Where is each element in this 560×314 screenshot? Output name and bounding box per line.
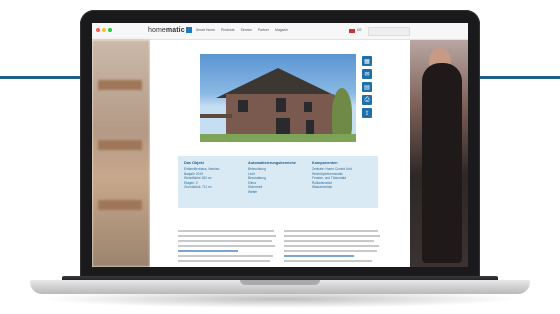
text-line [178,260,270,262]
text-line [284,240,374,242]
tree [332,88,352,138]
house-window [238,100,248,112]
laptop-notch [240,280,320,285]
logo-ip-badge [185,27,192,33]
person-body [422,63,462,263]
info-column-title: Das Objekt [184,161,204,165]
text-link-line[interactable] [178,250,238,252]
text-line [178,240,272,242]
info-item: Wassermelder [312,185,333,190]
close-dot[interactable] [96,28,100,32]
text-line [284,245,379,247]
text-line [284,235,380,237]
article-text-column-left [178,230,278,265]
calendar-icon[interactable]: ▦ [362,56,372,66]
text-line [178,245,275,247]
text-line [178,230,274,232]
shelf [98,200,142,210]
text-line [284,260,372,262]
text-line [178,235,276,237]
carport [200,114,232,118]
menu-item[interactable]: Partner [258,28,269,32]
article-text-column-right [284,230,384,265]
info-item: Grundstück: 711 m² [184,185,212,190]
article-content: ▦ ✉ ▤ ⎙ ⇪ Das Objekt Einfamilienhaus, Ne… [150,40,410,267]
shelf [98,80,142,90]
window-controls [96,28,112,32]
text-line [284,250,377,252]
language-label[interactable]: DE [357,28,362,32]
text-line [284,230,378,232]
project-info-box: Das Objekt Einfamilienhaus, Neubau Bauja… [178,156,378,208]
menu-item[interactable]: Smart Home [196,28,215,32]
info-column: Automatisierungsbereiche Beleuchtung Lic… [248,161,310,195]
house-hero-image [200,54,356,142]
info-item: Wetter [248,189,258,194]
menu-item[interactable]: Service [241,28,252,32]
logo-bold: matic [165,27,185,34]
text-link-line[interactable] [284,255,354,257]
search-input[interactable] [368,27,410,36]
menu-item[interactable]: Magazin [275,28,288,32]
menu-item[interactable]: Produkte [221,28,235,32]
house-window [304,102,312,112]
laptop-screen: homematic Smart Home Produkte Service Pa… [92,23,468,267]
text-line [178,255,273,257]
info-column: Komponenten Zentrale: Home Control Unit … [312,161,374,190]
maximize-dot[interactable] [108,28,112,32]
laptop-base [30,280,530,294]
lawn [200,134,356,142]
share-toolbar: ▦ ✉ ▤ ⎙ ⇪ [362,56,372,118]
minimize-dot[interactable] [102,28,106,32]
info-column-title: Komponenten [312,161,338,165]
shelf [98,140,142,150]
language-flag-icon[interactable] [349,29,355,33]
logo-prefix: home [148,27,166,34]
website-navbar: homematic Smart Home Produkte Service Pa… [92,23,468,40]
info-column-title: Automatisierungsbereiche [248,161,296,165]
background-shelves-image [92,40,150,267]
right-accent-line [478,76,560,79]
house-window [276,98,286,112]
info-column: Das Objekt Einfamilienhaus, Neubau Bauja… [184,161,246,190]
homematic-logo[interactable]: homematic [148,27,192,34]
chat-icon[interactable]: ✉ [362,69,372,79]
main-menu: Smart Home Produkte Service Partner Maga… [196,28,288,32]
share-icon[interactable]: ⇪ [362,108,372,118]
document-icon[interactable]: ▤ [362,82,372,92]
print-icon[interactable]: ⎙ [362,95,372,105]
